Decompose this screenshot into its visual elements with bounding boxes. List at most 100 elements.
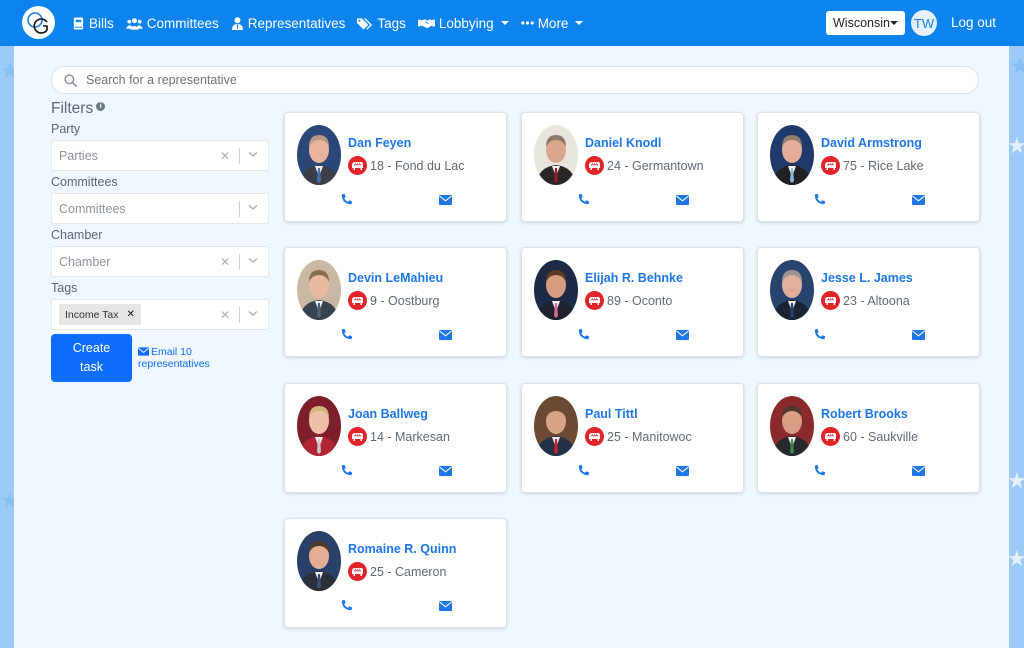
nav-committees[interactable]: Committees [125, 15, 219, 31]
search-input[interactable] [86, 73, 946, 87]
chevron-down-icon[interactable] [247, 254, 259, 266]
representative-photo[interactable] [770, 125, 814, 185]
phone-icon[interactable] [341, 464, 353, 476]
representative-name[interactable]: Devin LeMahieu [348, 271, 443, 285]
phone-icon[interactable] [578, 328, 590, 340]
district-text: 9 - Oostburg [370, 293, 440, 308]
representative-photo[interactable] [534, 125, 578, 185]
representative-name[interactable]: Dan Feyen [348, 136, 411, 150]
envelope-icon[interactable] [912, 330, 925, 340]
clear-icon[interactable]: ✕ [220, 255, 230, 269]
representative-name[interactable]: David Armstrong [821, 136, 922, 150]
representative-photo[interactable] [770, 260, 814, 320]
representative-name[interactable]: Joan Ballweg [348, 407, 428, 421]
envelope-icon[interactable] [439, 466, 452, 476]
nav-more-dropdown[interactable]: More [520, 16, 584, 31]
chevron-down-icon[interactable] [247, 148, 259, 160]
tag-chip-label: Income Tax [65, 308, 119, 321]
chamber-select[interactable]: Chamber ✕ [51, 246, 269, 277]
create-task-button[interactable]: Create task [51, 334, 132, 382]
republican-party-icon [821, 156, 840, 175]
user-avatar[interactable]: TW [911, 10, 937, 36]
representative-name[interactable]: Jesse L. James [821, 271, 913, 285]
elephant-icon [589, 296, 600, 305]
representative-district: 89 - Oconto [585, 291, 672, 310]
portrait-image [770, 260, 814, 320]
district-text: 18 - Fond du Lac [370, 158, 465, 173]
envelope-icon[interactable] [676, 466, 689, 476]
representative-photo[interactable] [297, 125, 341, 185]
representative-photo[interactable] [297, 531, 341, 591]
envelope-icon[interactable] [676, 330, 689, 340]
chevron-down-icon[interactable] [247, 307, 259, 319]
representative-photo[interactable] [534, 396, 578, 456]
representative-photo[interactable] [770, 396, 814, 456]
representative-district: 25 - Manitowoc [585, 427, 692, 446]
select-separator [239, 254, 240, 270]
envelope-icon[interactable] [676, 195, 689, 205]
users-icon [125, 17, 143, 30]
portrait-image [297, 260, 341, 320]
info-icon[interactable]: i [96, 102, 106, 111]
representative-district: 18 - Fond du Lac [348, 156, 465, 175]
phone-icon[interactable] [578, 464, 590, 476]
party-select[interactable]: Parties ✕ [51, 140, 269, 171]
ellipsis-icon [520, 21, 534, 25]
logout-link[interactable]: Log out [951, 15, 996, 30]
phone-icon[interactable] [341, 599, 353, 611]
nav-lobbying-label: Lobbying [438, 15, 494, 31]
representative-name[interactable]: Paul Tittl [585, 407, 638, 421]
search-icon [64, 73, 77, 87]
district-text: 75 - Rice Lake [843, 158, 924, 173]
representative-district: 25 - Cameron [348, 562, 446, 581]
envelope-icon[interactable] [912, 466, 925, 476]
nav-committees-label: Committees [146, 15, 219, 31]
nav-representatives[interactable]: Representatives [231, 16, 345, 31]
filter-actions: Create task Email 10 representatives [51, 334, 269, 382]
elephant-icon [589, 432, 600, 441]
phone-icon[interactable] [341, 193, 353, 205]
nav-bills[interactable]: Bills [72, 16, 114, 31]
representative-card: Paul Tittl 25 - Manitowoc [521, 383, 744, 493]
phone-icon[interactable] [814, 328, 826, 340]
nav-lobbying-dropdown[interactable]: Lobbying [417, 15, 509, 31]
representative-name[interactable]: Daniel Knodl [585, 136, 661, 150]
representative-card: Romaine R. Quinn 25 - Cameron [284, 518, 507, 628]
phone-icon[interactable] [814, 464, 826, 476]
chevron-down-icon[interactable] [247, 201, 259, 213]
filters-heading: Filters i [51, 100, 269, 121]
republican-party-icon [348, 562, 367, 581]
representative-name[interactable]: Romaine R. Quinn [348, 542, 456, 556]
elephant-icon [825, 161, 836, 170]
district-text: 25 - Manitowoc [607, 429, 692, 444]
search-bar[interactable] [51, 66, 979, 94]
envelope-icon[interactable] [439, 601, 452, 611]
phone-icon[interactable] [578, 193, 590, 205]
tags-select[interactable]: Income Tax ✕ ✕ [51, 299, 269, 330]
clear-icon[interactable]: ✕ [220, 308, 230, 322]
republican-party-icon [348, 427, 367, 446]
republican-party-icon [821, 291, 840, 310]
app-logo[interactable] [22, 6, 55, 39]
phone-icon[interactable] [341, 328, 353, 340]
envelope-icon[interactable] [439, 195, 452, 205]
email-representatives-link[interactable]: Email 10 representatives [138, 346, 218, 370]
representative-name[interactable]: Elijah R. Behnke [585, 271, 683, 285]
representative-photo[interactable] [297, 260, 341, 320]
representative-name[interactable]: Robert Brooks [821, 407, 908, 421]
representative-photo[interactable] [534, 260, 578, 320]
envelope-icon[interactable] [912, 195, 925, 205]
committees-select[interactable]: Committees [51, 193, 269, 224]
state-select[interactable]: Wisconsin [826, 11, 905, 35]
remove-tag-icon[interactable]: ✕ [127, 309, 135, 320]
clear-icon[interactable]: ✕ [220, 149, 230, 163]
elephant-icon [589, 161, 600, 170]
elephant-icon [352, 432, 363, 441]
representative-card: Elijah R. Behnke 89 - Oconto [521, 247, 744, 357]
elephant-icon [825, 432, 836, 441]
representative-photo[interactable] [297, 396, 341, 456]
party-label: Party [51, 122, 81, 136]
envelope-icon[interactable] [439, 330, 452, 340]
nav-tags[interactable]: Tags [357, 16, 406, 31]
phone-icon[interactable] [814, 193, 826, 205]
